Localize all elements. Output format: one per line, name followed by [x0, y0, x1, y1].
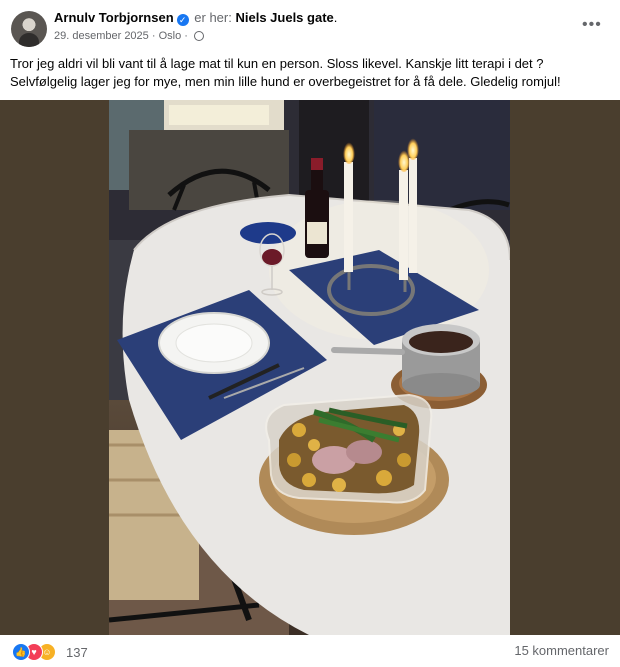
globe-icon — [194, 31, 205, 41]
author-avatar[interactable] — [11, 11, 47, 47]
post-header: Arnulv Torbjornsen ✓ er her: Niels Juels … — [0, 0, 620, 50]
caption-line-2: Selvfølgelig lager jeg for mye, men min … — [10, 74, 561, 89]
location-link[interactable]: Niels Juels gate — [235, 10, 333, 25]
post-photo[interactable] — [109, 100, 510, 635]
comments-count[interactable]: 15 kommentarer — [514, 643, 609, 658]
post-date[interactable]: 29. desember 2025 — [54, 30, 149, 42]
post-caption: Tror jeg aldri vil bli vant til å lage m… — [10, 55, 615, 91]
verified-badge-icon: ✓ — [176, 14, 189, 26]
post-footer: 👍 ♥ ☺ 137 15 kommentarer — [0, 635, 620, 667]
location-suffix: . — [333, 10, 338, 25]
like-icon: 👍 — [12, 643, 30, 661]
author-line: Arnulv Torbjornsen ✓ er her: Niels Juels … — [54, 10, 337, 26]
post-place: Oslo — [158, 30, 182, 42]
location-prefix: er her: — [194, 10, 232, 25]
more-options-icon[interactable]: ••• — [582, 16, 602, 34]
meta-separator: · — [151, 30, 156, 42]
caption-line-1: Tror jeg aldri vil bli vant til å lage m… — [10, 56, 544, 71]
post-meta: 29. desember 2025 · Oslo · — [54, 30, 205, 42]
author-name[interactable]: Arnulv Torbjornsen — [54, 10, 174, 25]
photo-frame — [0, 100, 620, 635]
reaction-count[interactable]: 137 — [66, 645, 88, 660]
meta-separator-2: · — [184, 30, 188, 42]
